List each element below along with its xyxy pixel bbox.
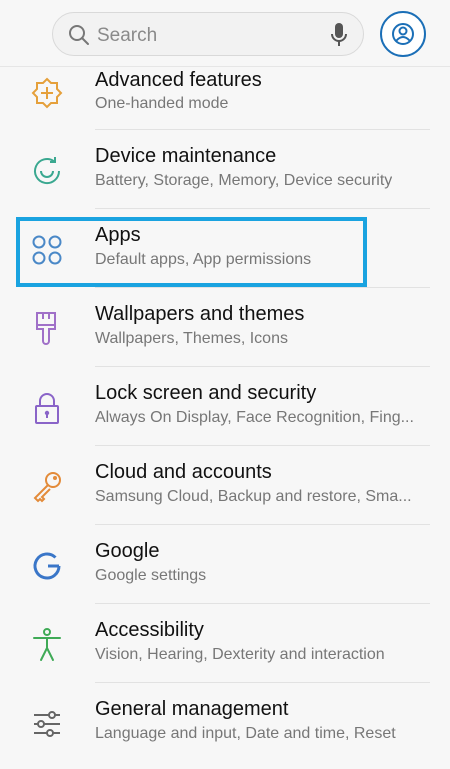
advanced-features-icon <box>31 77 63 109</box>
google-icon <box>33 552 61 580</box>
device-maintenance-icon <box>34 157 61 185</box>
item-title: Accessibility <box>95 619 204 641</box>
item-subtitle: Language and input, Date and time, Reset <box>95 725 396 742</box>
paint-brush-icon <box>36 312 56 345</box>
item-title: Google <box>95 540 160 562</box>
microphone-icon[interactable] <box>329 22 349 48</box>
item-title: Device maintenance <box>95 145 277 167</box>
top-bar <box>0 0 450 67</box>
accessibility-icon <box>33 628 61 661</box>
settings-item-device-maintenance[interactable]: Device maintenance Battery, Storage, Mem… <box>0 130 450 209</box>
item-subtitle: Samsung Cloud, Backup and restore, Sma..… <box>95 488 412 505</box>
item-title: Cloud and accounts <box>95 461 272 483</box>
item-title: General management <box>95 698 289 720</box>
lock-icon <box>35 393 59 424</box>
search-input[interactable] <box>95 22 319 50</box>
item-subtitle: Wallpapers, Themes, Icons <box>95 330 288 347</box>
account-icon <box>392 23 414 45</box>
key-icon <box>33 472 61 503</box>
apps-icon <box>32 235 62 265</box>
item-subtitle: Vision, Hearing, Dexterity and interacti… <box>95 646 385 663</box>
item-subtitle: Default apps, App permissions <box>95 251 312 268</box>
settings-item-apps[interactable]: Apps Default apps, App permissions <box>0 209 450 288</box>
settings-item-lock-screen-and-security[interactable]: Lock screen and security Always On Displ… <box>0 367 450 446</box>
account-button[interactable] <box>380 11 426 57</box>
sliders-icon <box>34 711 60 737</box>
settings-item-accessibility[interactable]: Accessibility Vision, Hearing, Dexterity… <box>0 604 450 683</box>
search-icon <box>69 25 89 45</box>
search-bar[interactable] <box>52 12 364 56</box>
settings-item-google[interactable]: Google Google settings <box>0 525 450 604</box>
item-subtitle: One-handed mode <box>95 95 229 112</box>
settings-item-advanced-features[interactable]: Advanced features One-handed mode <box>0 66 450 130</box>
item-subtitle: Battery, Storage, Memory, Device securit… <box>95 172 393 189</box>
item-title: Advanced features <box>95 69 262 91</box>
settings-item-cloud-and-accounts[interactable]: Cloud and accounts Samsung Cloud, Backup… <box>0 446 450 525</box>
settings-item-wallpapers-and-themes[interactable]: Wallpapers and themes Wallpapers, Themes… <box>0 288 450 367</box>
item-title: Apps <box>95 224 141 246</box>
settings-item-general-management[interactable]: General management Language and input, D… <box>0 683 450 762</box>
settings-list: Advanced features One-handed mode Device… <box>0 66 450 762</box>
item-subtitle: Google settings <box>95 567 207 584</box>
item-title: Lock screen and security <box>95 382 317 404</box>
item-title: Wallpapers and themes <box>95 303 305 325</box>
item-subtitle: Always On Display, Face Recognition, Fin… <box>95 409 414 426</box>
